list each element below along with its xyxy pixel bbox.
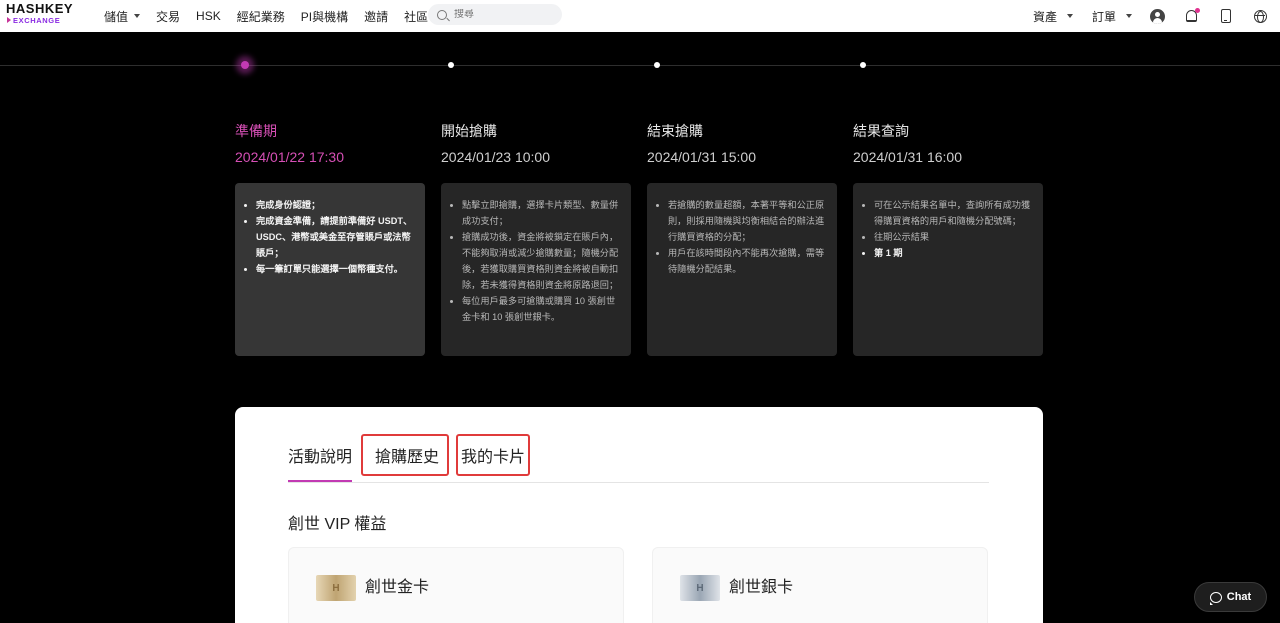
list-item: 若搶購的數量超額，本著平等和公正原則，則採用隨機與均衡相結合的辦法進行購買資格的… xyxy=(668,197,827,245)
phase-card-start: 點擊立即搶購，選擇卡片類型、數量併成功支付； 搶購成功後，資金將被鎖定在賬戶內，… xyxy=(441,183,631,356)
gold-card[interactable]: H 創世金卡 xyxy=(288,547,624,623)
nav-item-institutions[interactable]: PI與機構 xyxy=(301,8,348,25)
hashkey-logo[interactable]: HASHKEY EXCHANGE xyxy=(6,2,78,30)
phase-title: 開始搶購 xyxy=(441,123,497,139)
phase-date: 2024/01/31 16:00 xyxy=(853,149,962,165)
phone-icon xyxy=(1221,9,1231,23)
timeline-dot xyxy=(860,62,866,68)
section-title: 創世 VIP 權益 xyxy=(288,516,387,533)
list-item: 完成身份認證； xyxy=(256,197,415,213)
app-download-button[interactable] xyxy=(1215,5,1237,27)
nav-item-hsk[interactable]: HSK xyxy=(196,9,221,23)
notification-dot xyxy=(1194,8,1200,13)
list-item: 每一筆訂單只能選擇一個幣種支付。 xyxy=(256,261,415,277)
language-button[interactable] xyxy=(1249,5,1271,27)
timeline-dot xyxy=(448,62,454,68)
notifications-button[interactable] xyxy=(1180,5,1202,27)
chat-label: Chat xyxy=(1226,591,1252,603)
phase-date: 2024/01/23 10:00 xyxy=(441,149,550,165)
user-icon xyxy=(1149,8,1165,24)
card-name: 創世金卡 xyxy=(365,579,430,596)
logo-wordmark: HASHKEY xyxy=(6,1,74,16)
chevron-down-icon xyxy=(1067,14,1074,18)
phase-date: 2024/01/22 17:30 xyxy=(235,149,344,165)
top-nav-bar: HASHKEY EXCHANGE 儲值 交易 HSK 經紀業務 PI與機構 邀請… xyxy=(0,0,1280,32)
highlight-box xyxy=(361,434,449,476)
gold-card-thumbnail: H xyxy=(316,575,356,601)
list-item: 點擊立即搶購，選擇卡片類型、數量併成功支付； xyxy=(462,197,621,229)
nav-item-deposit[interactable]: 儲值 xyxy=(104,8,141,25)
phase-title: 準備期 xyxy=(235,123,277,139)
content-panel: 活動說明 搶購歷史 我的卡片 創世 VIP 權益 H 創世金卡 H 創世銀卡 xyxy=(235,407,1043,623)
search-icon xyxy=(437,9,447,20)
nav-item-brokerage[interactable]: 經紀業務 xyxy=(237,8,285,25)
past-results-link[interactable]: 往期公示結果 xyxy=(874,229,1033,245)
silver-card[interactable]: H 創世銀卡 xyxy=(652,547,988,623)
phase-card-end: 若搶購的數量超額，本著平等和公正原則，則採用隨機與均衡相結合的辦法進行購買資格的… xyxy=(647,183,837,356)
nav-item-trade[interactable]: 交易 xyxy=(156,8,180,25)
user-button[interactable] xyxy=(1146,5,1168,27)
bell-icon xyxy=(1185,8,1200,22)
nav-item-invite[interactable]: 邀請 xyxy=(364,8,388,25)
list-item: 每位用戶最多可搶購或購買 10 張創世金卡和 10 張創世銀卡。 xyxy=(462,293,621,325)
phase-card-results: 可在公示結果名單中，查詢所有成功獲得購買資格的用戶和隨機分配號碼； 往期公示結果… xyxy=(853,183,1043,356)
phase-title: 結束搶購 xyxy=(647,123,703,139)
timeline-line xyxy=(0,65,1280,66)
chat-button[interactable]: Chat xyxy=(1194,582,1267,612)
search-box[interactable] xyxy=(428,4,562,25)
phase-card-preparation: 完成身份認證； 完成資金準備，請提前準備好 USDT、USDC、港幣或美金至存管… xyxy=(235,183,425,356)
timeline-dot xyxy=(654,62,660,68)
phase-start: 開始搶購 2024/01/23 10:00 xyxy=(441,122,631,166)
phase-date: 2024/01/31 15:00 xyxy=(647,149,756,165)
chevron-down-icon xyxy=(134,14,141,18)
phase-results: 結果查詢 2024/01/31 16:00 xyxy=(853,122,1043,166)
main-nav: 儲值 交易 HSK 經紀業務 PI與機構 邀請 社區 xyxy=(104,0,444,32)
list-item: 完成資金準備，請提前準備好 USDT、USDC、港幣或美金至存管賬戶或法幣賬戶； xyxy=(256,213,415,261)
search-input[interactable] xyxy=(454,9,554,20)
list-item: 可在公示結果名單中，查詢所有成功獲得購買資格的用戶和隨機分配號碼； xyxy=(874,197,1033,229)
silver-card-thumbnail: H xyxy=(680,575,720,601)
phase-title: 結果查詢 xyxy=(853,123,909,139)
globe-icon xyxy=(1253,9,1267,23)
assets-menu[interactable]: 資產 xyxy=(1033,0,1074,32)
nav-item-community[interactable]: 社區 xyxy=(404,8,428,25)
logo-subtitle: EXCHANGE xyxy=(6,16,78,25)
tab-activity-description[interactable]: 活動說明 xyxy=(288,447,353,482)
card-name: 創世銀卡 xyxy=(729,579,794,596)
period-1-link[interactable]: 第 1 期 xyxy=(874,245,1033,261)
highlight-box xyxy=(456,434,530,476)
chat-bubble-icon xyxy=(1209,591,1222,605)
timeline-dot-active xyxy=(241,61,249,69)
phase-preparation: 準備期 2024/01/22 17:30 xyxy=(235,122,425,166)
phase-end: 結束搶購 2024/01/31 15:00 xyxy=(647,122,837,166)
orders-menu[interactable]: 訂單 xyxy=(1092,0,1133,32)
list-item: 搶購成功後，資金將被鎖定在賬戶內，不能夠取消或減少搶購數量；隨機分配後，若獲取購… xyxy=(462,229,621,293)
chevron-down-icon xyxy=(1126,14,1133,18)
logo-triangle-icon xyxy=(7,17,11,23)
list-item: 用戶在該時間段內不能再次搶購，需等待隨機分配結果。 xyxy=(668,245,827,277)
